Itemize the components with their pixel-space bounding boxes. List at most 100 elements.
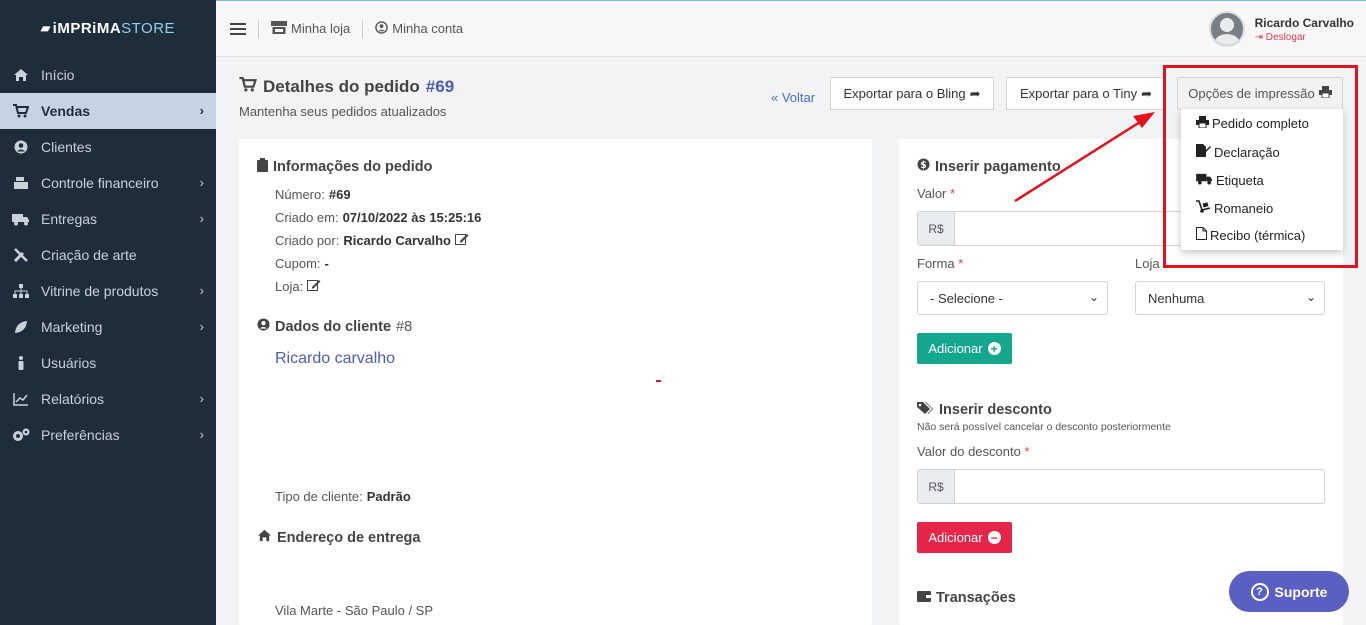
share-icon: ➦ — [969, 85, 981, 101]
sidebar-item-label: Vitrine de produtos — [41, 283, 159, 299]
person-icon — [12, 355, 30, 371]
field-label: Cupom: — [275, 256, 321, 271]
edit-icon[interactable] — [307, 279, 321, 294]
top-bar: Minha loja Minha conta Ricardo Carvalho … — [216, 0, 1366, 57]
minha-conta-link[interactable]: Minha conta — [375, 20, 464, 37]
field-value: Ricardo Carvalho — [343, 233, 451, 248]
client-type-row: Tipo de cliente: Padrão — [275, 489, 411, 504]
sidebar-item-clientes[interactable]: Clientes — [0, 129, 216, 165]
order-number-row: Número: #69 — [275, 187, 351, 202]
loja-label: Loja — [1135, 256, 1160, 271]
discount-value-label: Valor do desconto * — [917, 444, 1030, 459]
discount-value-field[interactable]: R$ — [917, 469, 1325, 504]
sidebar-item-label: Marketing — [41, 319, 103, 335]
brand-name-part1: iMPRiMA — [52, 19, 122, 37]
minha-conta-label: Minha conta — [392, 21, 464, 36]
select-value: - Selecione - — [930, 290, 1003, 306]
sidebar: ▰ iMPRiMA STORE Início Vendas › Clientes … — [0, 0, 216, 625]
page-title-text: Detalhes do pedido — [263, 77, 420, 96]
user-circle-icon — [257, 318, 270, 335]
chevron-right-icon: › — [199, 175, 204, 190]
created-at-row: Criado em: 07/10/2022 às 15:25:16 — [275, 210, 481, 225]
client-name-link[interactable]: Ricardo carvalho — [275, 350, 395, 368]
payment-method-select[interactable]: - Selecione - ⌄ — [917, 281, 1108, 315]
address-line: Vila Marte - São Paulo / SP — [275, 603, 434, 618]
field-label: Criado em: — [275, 210, 339, 225]
minha-loja-link[interactable]: Minha loja — [271, 20, 351, 37]
sidebar-item-vitrine-de-produtos[interactable]: Vitrine de produtos › — [0, 273, 216, 309]
logout-label: Deslogar — [1265, 31, 1306, 43]
cart-icon — [239, 77, 257, 97]
user-menu[interactable]: Ricardo Carvalho ⇥ Deslogar — [1208, 11, 1354, 47]
sidebar-item-preferencias[interactable]: Preferências › — [0, 417, 216, 453]
minus-circle-icon: − — [987, 531, 1001, 544]
export-tiny-button[interactable]: Exportar para o Tiny ➦ — [1006, 77, 1166, 110]
support-label: Suporte — [1274, 583, 1328, 600]
insert-payment-title-text: Inserir pagamento — [935, 158, 1061, 175]
red-marker — [656, 380, 661, 382]
sidebar-item-relatorios[interactable]: Relatórios › — [0, 381, 216, 417]
delivery-address-title-text: Endereço de entrega — [277, 529, 421, 546]
export-bling-button[interactable]: Exportar para o Bling ➦ — [830, 77, 994, 110]
chevron-right-icon: › — [199, 319, 204, 334]
divider — [362, 19, 364, 38]
support-button[interactable]: ? Suporte — [1229, 571, 1349, 612]
chevron-down-icon: ⌄ — [1088, 290, 1099, 304]
add-payment-button[interactable]: Adicionar + — [917, 333, 1012, 364]
insert-discount-title: Inserir desconto — [917, 401, 1052, 418]
sidebar-item-controle-financeiro[interactable]: Controle financeiro › — [0, 165, 216, 201]
logout-link[interactable]: ⇥ Deslogar — [1255, 32, 1354, 43]
store-icon — [271, 20, 287, 37]
forma-label: Forma * — [917, 256, 964, 271]
field-label: Criado por: — [275, 233, 340, 248]
add-discount-button[interactable]: Adicionar − — [917, 522, 1012, 553]
currency-addon: R$ — [918, 212, 955, 245]
transactions-title-text: Transações — [936, 590, 1016, 606]
edit-icon[interactable] — [454, 233, 469, 248]
order-info-title: Informações do pedido — [257, 158, 433, 176]
delivery-address-title: Endereço de entrega — [257, 529, 420, 546]
sidebar-item-inicio[interactable]: Início — [0, 57, 216, 93]
created-by-row: Criado por: Ricardo Carvalho — [275, 233, 469, 248]
sidebar-item-label: Início — [41, 67, 75, 83]
store-row: Loja: — [275, 279, 321, 294]
wallet-icon — [917, 590, 931, 606]
dollar-circle-icon: $ — [917, 158, 930, 175]
valor-label: Valor * — [917, 186, 956, 201]
brand-printer-icon: ▰ — [40, 21, 51, 35]
truck-icon — [12, 211, 30, 227]
avatar — [1208, 11, 1245, 47]
field-value: Padrão — [366, 489, 411, 504]
chevron-right-icon: › — [199, 391, 204, 406]
field-label: Tipo de cliente: — [275, 489, 363, 504]
brand-logo[interactable]: ▰ iMPRiMA STORE — [0, 0, 216, 56]
client-data-title: Dados do cliente #8 — [257, 318, 412, 335]
user-circle-icon — [375, 20, 389, 37]
sidebar-item-marketing[interactable]: Marketing › — [0, 309, 216, 345]
order-info-title-text: Informações do pedido — [273, 159, 433, 175]
sidebar-item-label: Controle financeiro — [41, 175, 159, 191]
sidebar-item-vendas[interactable]: Vendas › — [0, 93, 216, 129]
home-icon — [257, 529, 272, 546]
insert-discount-title-text: Inserir desconto — [939, 401, 1052, 418]
currency-addon: R$ — [918, 470, 955, 503]
annotation-highlight-box — [1163, 65, 1358, 268]
minha-loja-label: Minha loja — [291, 21, 351, 36]
plus-circle-icon: + — [987, 342, 1001, 355]
svg-text:$: $ — [920, 160, 926, 171]
cart-icon — [12, 103, 30, 119]
home-icon — [12, 67, 30, 83]
insert-payment-title: $ Inserir pagamento — [917, 158, 1061, 175]
voltar-link[interactable]: « Voltar — [771, 90, 815, 105]
question-circle-icon: ? — [1250, 582, 1269, 601]
add-payment-label: Adicionar — [928, 341, 983, 356]
sidebar-item-entregas[interactable]: Entregas › — [0, 201, 216, 237]
divider — [258, 19, 259, 38]
field-value: #69 — [328, 187, 351, 202]
share-icon: ➦ — [1141, 85, 1152, 101]
sidebar-item-criacao-de-arte[interactable]: Criação de arte — [0, 237, 216, 273]
chevron-down-icon: ⌄ — [1305, 290, 1316, 304]
menu-toggle-icon[interactable] — [230, 22, 246, 35]
sidebar-item-usuarios[interactable]: Usuários — [0, 345, 216, 381]
store-select[interactable]: Nenhuma ⌄ — [1135, 281, 1325, 315]
